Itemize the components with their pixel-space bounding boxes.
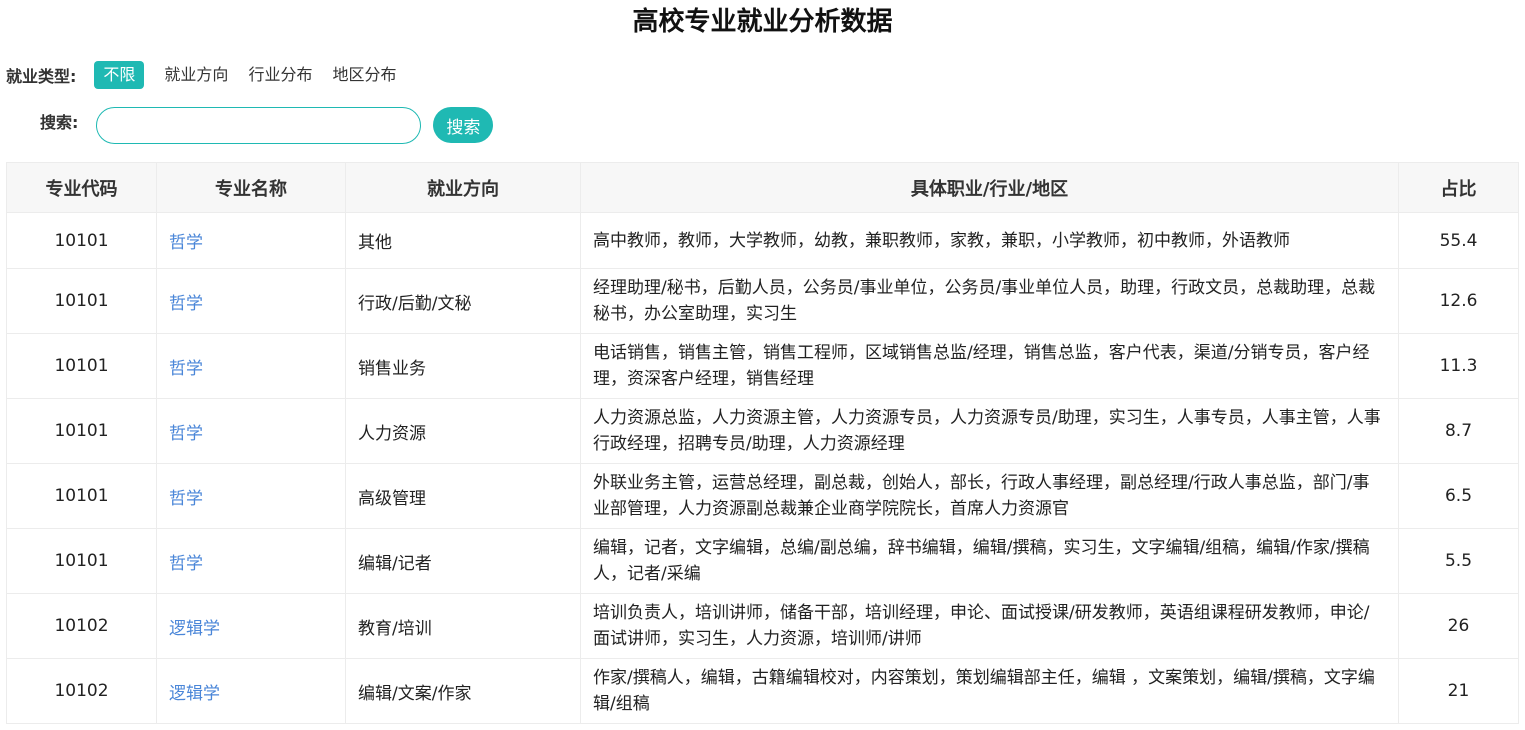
cell-direction: 人力资源 xyxy=(345,398,581,464)
cell-detail: 编辑，记者，文字编辑，总编/副总编，辞书编辑，编辑/撰稿，实习生，文字编辑/组稿… xyxy=(580,528,1399,594)
search-bar: 搜索: 搜索 xyxy=(40,106,494,144)
cell-ratio: 11.3 xyxy=(1398,333,1519,399)
table-row: 10102 逻辑学 教育/培训 培训负责人，培训讲师，储备干部，培训经理，申论、… xyxy=(6,593,1519,659)
cell-direction: 高级管理 xyxy=(345,463,581,529)
cell-detail: 作家/撰稿人，编辑，古籍编辑校对，内容策划，策划编辑部主任，编辑 ，文案策划，编… xyxy=(580,658,1399,724)
major-name-link[interactable]: 哲学 xyxy=(169,489,203,509)
major-name-link[interactable]: 哲学 xyxy=(169,424,203,444)
cell-major-code: 10101 xyxy=(6,528,157,594)
employment-type-filter: 就业类型: 不限 就业方向 行业分布 地区分布 xyxy=(6,61,416,89)
cell-ratio: 6.5 xyxy=(1398,463,1519,529)
search-button[interactable]: 搜索 xyxy=(433,107,494,143)
cell-detail: 培训负责人，培训讲师，储备干部，培训经理，申论、面试授课/研发教师，英语组课程研… xyxy=(580,593,1399,659)
search-input[interactable] xyxy=(96,106,422,144)
major-name-link[interactable]: 哲学 xyxy=(169,554,203,574)
cell-ratio: 21 xyxy=(1398,658,1519,724)
major-name-link[interactable]: 逻辑学 xyxy=(169,684,220,704)
table-row: 10101 哲学 编辑/记者 编辑，记者，文字编辑，总编/副总编，辞书编辑，编辑… xyxy=(6,528,1519,594)
cell-major-code: 10102 xyxy=(6,658,157,724)
cell-detail: 外联业务主管，运营总经理，副总裁，创始人，部长，行政人事经理，副总经理/行政人事… xyxy=(580,463,1399,529)
table-row: 10101 哲学 销售业务 电话销售，销售主管，销售工程师，区域销售总监/经理，… xyxy=(6,333,1519,399)
cell-major-code: 10102 xyxy=(6,593,157,659)
header-direction: 就业方向 xyxy=(345,162,581,213)
cell-major-code: 10101 xyxy=(6,463,157,529)
major-name-link[interactable]: 哲学 xyxy=(169,294,203,314)
header-ratio: 占比 xyxy=(1398,162,1519,213)
major-name-link[interactable]: 逻辑学 xyxy=(169,619,220,639)
header-detail: 具体职业/行业/地区 xyxy=(580,162,1399,213)
page-title: 高校专业就业分析数据 xyxy=(632,7,893,37)
cell-detail: 电话销售，销售主管，销售工程师，区域销售总监/经理，销售总监，客户代表，渠道/分… xyxy=(580,333,1399,399)
cell-direction: 销售业务 xyxy=(345,333,581,399)
filter-option-industry[interactable]: 行业分布 xyxy=(248,61,312,89)
cell-detail: 高中教师，教师，大学教师，幼教，兼职教师，家教，兼职，小学教师，初中教师，外语教… xyxy=(580,212,1399,269)
table-row: 10101 哲学 高级管理 外联业务主管，运营总经理，副总裁，创始人，部长，行政… xyxy=(6,463,1519,529)
filter-option-direction[interactable]: 就业方向 xyxy=(164,61,228,89)
cell-detail: 人力资源总监，人力资源主管，人力资源专员，人力资源专员/助理，实习生，人事专员，… xyxy=(580,398,1399,464)
cell-ratio: 55.4 xyxy=(1398,212,1519,269)
major-name-link[interactable]: 哲学 xyxy=(169,233,203,253)
filter-option-region[interactable]: 地区分布 xyxy=(332,61,396,89)
cell-ratio: 26 xyxy=(1398,593,1519,659)
cell-direction: 编辑/文案/作家 xyxy=(345,658,581,724)
header-major-name: 专业名称 xyxy=(156,162,346,213)
filter-label: 就业类型: xyxy=(6,67,77,86)
header-major-code: 专业代码 xyxy=(6,162,157,213)
cell-ratio: 5.5 xyxy=(1398,528,1519,594)
cell-direction: 编辑/记者 xyxy=(345,528,581,594)
cell-direction: 其他 xyxy=(345,212,581,269)
table-header-row: 专业代码 专业名称 就业方向 具体职业/行业/地区 占比 xyxy=(6,162,1519,213)
table-row: 10101 哲学 行政/后勤/文秘 经理助理/秘书，后勤人员，公务员/事业单位，… xyxy=(6,268,1519,334)
cell-major-code: 10101 xyxy=(6,398,157,464)
table-row: 10102 逻辑学 编辑/文案/作家 作家/撰稿人，编辑，古籍编辑校对，内容策划… xyxy=(6,658,1519,724)
table-row: 10101 哲学 其他 高中教师，教师，大学教师，幼教，兼职教师，家教，兼职，小… xyxy=(6,212,1519,269)
cell-ratio: 8.7 xyxy=(1398,398,1519,464)
filter-option-unlimited[interactable]: 不限 xyxy=(94,61,145,89)
cell-ratio: 12.6 xyxy=(1398,268,1519,334)
cell-major-code: 10101 xyxy=(6,333,157,399)
cell-direction: 教育/培训 xyxy=(345,593,581,659)
cell-major-code: 10101 xyxy=(6,212,157,269)
cell-detail: 经理助理/秘书，后勤人员，公务员/事业单位，公务员/事业单位人员，助理，行政文员… xyxy=(580,268,1399,334)
cell-major-code: 10101 xyxy=(6,268,157,334)
employment-data-table: 专业代码 专业名称 就业方向 具体职业/行业/地区 占比 10101 哲学 其他… xyxy=(6,162,1519,724)
search-label: 搜索: xyxy=(40,113,79,132)
major-name-link[interactable]: 哲学 xyxy=(169,359,203,379)
table-row: 10101 哲学 人力资源 人力资源总监，人力资源主管，人力资源专员，人力资源专… xyxy=(6,398,1519,464)
cell-direction: 行政/后勤/文秘 xyxy=(345,268,581,334)
